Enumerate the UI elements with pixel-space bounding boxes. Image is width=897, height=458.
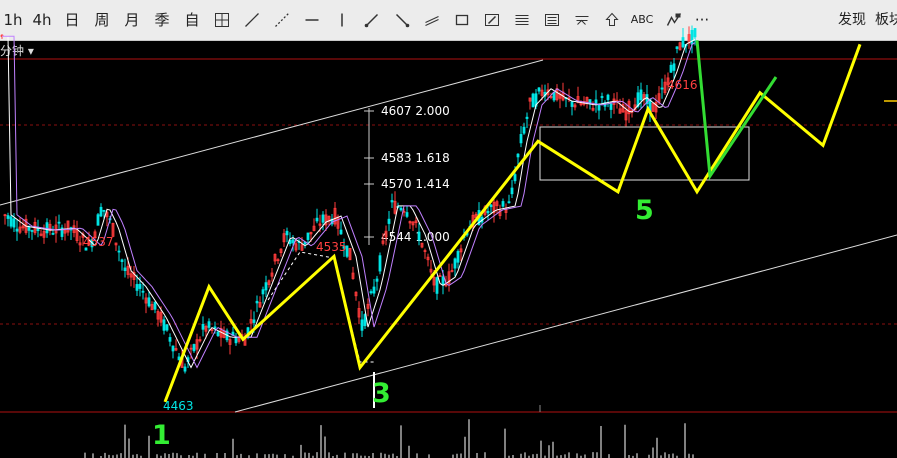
candle-body [639,89,643,101]
candle-body [456,251,460,263]
candle-body [405,212,409,217]
candle-body [261,289,265,295]
candle-body [264,282,268,291]
candle-body [570,101,574,107]
candle-body [537,87,541,92]
candle-body [96,214,100,226]
candle-body [138,283,142,289]
price-label: 4537 [83,235,114,249]
volume-bars [84,419,694,458]
candle-body [201,323,205,330]
candle-body [252,319,256,323]
candle-body [375,278,379,282]
candle-body [435,277,439,294]
candle-body [510,187,514,195]
candle-body [417,231,421,241]
candle-body [57,221,61,224]
price-label: 4616 [667,78,698,92]
candle-body [360,319,364,331]
candle-body [669,64,673,73]
candle-body [165,324,169,331]
candle-body [525,116,529,119]
candle-body [387,218,391,224]
candle-body [9,216,13,227]
candle-body [168,337,172,342]
candle-body [285,230,289,236]
candle-body [135,284,139,291]
channel-upper-line [0,59,544,206]
consolidation-rectangle [539,126,750,181]
candle-body [672,63,676,71]
candle-body [513,174,517,182]
wave-number-label: 5 [635,195,654,226]
candle-body [369,291,373,294]
candle-body [597,103,601,111]
candle-body [255,300,259,304]
candle-body [216,331,220,336]
candle-body [660,87,664,90]
candle-body [27,226,31,231]
candle-body [6,215,10,219]
candle-body [183,366,187,372]
candle-body [207,321,211,328]
candle-body [30,230,34,232]
candle-body [693,28,697,38]
wave-number-label: 1 [152,420,171,451]
candle-body [213,326,217,329]
candle-body [507,201,511,204]
candle-body [486,210,490,214]
candle-body [600,96,604,98]
candle-body [291,239,295,244]
candle-body [441,276,445,286]
candle-body [147,297,151,307]
price-label: 4463 [163,399,194,413]
candle-body [141,290,145,293]
candle-body [12,218,16,228]
candle-body [321,214,325,223]
candle-body [306,232,310,240]
candle-body [171,345,175,352]
fib-level-label: 4570 1.414 [381,177,450,191]
candle-body [234,337,238,344]
candle-body [339,229,343,235]
candle-body [594,99,598,105]
candle-body [162,319,166,331]
projection-path [695,40,778,181]
candle-body [531,93,535,108]
candle-body [453,258,457,269]
candle-body [372,286,376,294]
candle-body [519,134,523,144]
candle-body [516,153,520,158]
candle-body [15,228,19,232]
kline-chart: 4607 2.0004583 1.6184570 1.4144544 1.000… [0,25,897,458]
fib-level-label: 4583 1.618 [381,151,450,165]
candle-body [378,255,382,272]
candle-body [123,267,127,271]
candle-body [153,301,157,310]
candle-body [399,207,403,211]
candle-body [522,126,526,134]
candle-body [102,209,106,212]
candle-body [690,30,694,45]
candle-body [192,344,196,352]
wave-number-label: 3 [372,378,391,409]
candle-body [501,201,505,207]
candle-body [120,259,124,262]
candle-body [99,206,103,217]
wave-path [163,43,862,403]
candle-body [117,250,121,253]
fib-level-label: 4607 2.000 [381,104,450,118]
price-label: 4535 [316,240,347,254]
candle-body [675,46,679,49]
candle-body [390,200,394,203]
candle-body [45,222,49,234]
candle-body [609,103,613,110]
candle-body [51,232,55,235]
candle-body [489,204,493,208]
candle-body [681,37,685,48]
candle-body [606,94,610,100]
candle-body [315,217,319,222]
